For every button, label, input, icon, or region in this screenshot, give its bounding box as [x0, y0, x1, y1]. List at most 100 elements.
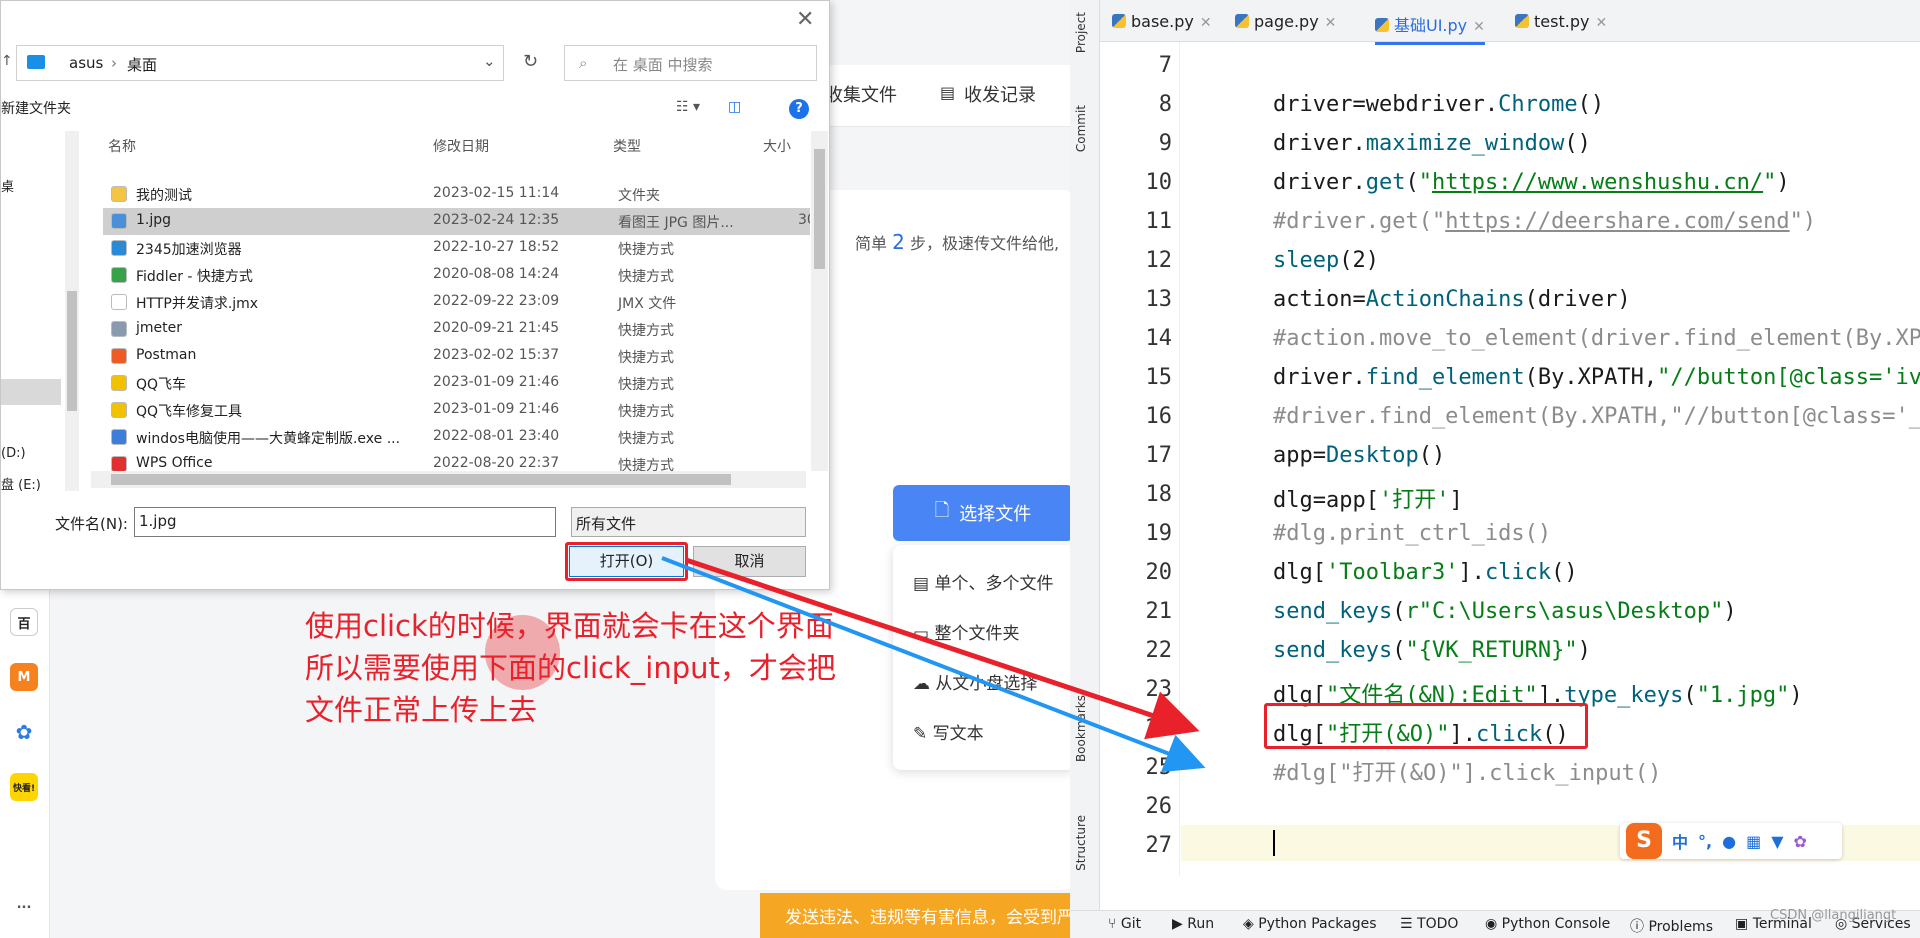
new-folder-button[interactable]: 新建文件夹	[1, 98, 71, 118]
structure-tab[interactable]: Structure	[1074, 815, 1088, 871]
choose-file-button[interactable]: 🗋 选择文件	[893, 485, 1073, 541]
menu-item-folder[interactable]: ▭ 整个文件夹	[913, 619, 1019, 644]
keyboard-icon[interactable]: ▦	[1746, 832, 1761, 851]
address-bar[interactable]: asus › 桌面 ⌄	[16, 45, 504, 81]
menu-item-folder-label: 整个文件夹	[934, 624, 1020, 644]
file-row[interactable]: Postman 2023-02-02 15:37 快捷方式	[103, 343, 810, 370]
file-row[interactable]: QQ飞车修复工具 2023-01-09 21:46 快捷方式	[103, 397, 810, 424]
horizontal-scrollbar[interactable]	[91, 471, 806, 488]
search-icon: ⌕	[579, 54, 588, 72]
nav-item-drive-e[interactable]: 盘 (E:)	[1, 474, 41, 493]
column-name[interactable]: 名称	[108, 136, 136, 156]
column-size[interactable]: 大小	[763, 136, 791, 156]
project-tab[interactable]: Project	[1074, 12, 1088, 53]
skin-icon[interactable]: ▼	[1771, 832, 1783, 851]
filetype-select[interactable]: 所有文件	[571, 507, 806, 537]
cloud-app-icon[interactable]: ✿	[10, 718, 38, 746]
microphone-icon[interactable]: ●	[1722, 832, 1736, 851]
file-list-scrollbar[interactable]	[811, 131, 828, 471]
tab-page[interactable]: page.py ✕	[1235, 12, 1336, 31]
close-tab-icon[interactable]: ✕	[1325, 15, 1337, 31]
tab-basic-ui[interactable]: 基础UI.py ✕	[1375, 12, 1485, 45]
view-options[interactable]: ☷ ▾ ◫	[676, 99, 741, 115]
file-row[interactable]: windos电脑使用——大黄蜂定制版.exe ... 2022-08-01 23:…	[103, 424, 810, 451]
file-row[interactable]: QQ飞车 2023-01-09 21:46 快捷方式	[103, 370, 810, 397]
run-tool[interactable]: ▶ Run	[1172, 916, 1214, 932]
python-file-icon	[1515, 14, 1529, 28]
problems-label: Problems	[1648, 919, 1713, 935]
browser-icon	[111, 240, 127, 256]
line-number: 22	[1145, 638, 1173, 663]
file-row[interactable]: WPS Office 2022-08-20 22:37 快捷方式	[103, 451, 810, 471]
code-editor[interactable]: driver=webdriver.Chrome() driver.maximiz…	[1181, 42, 1920, 876]
python-packages-tool[interactable]: ◈ Python Packages	[1243, 916, 1377, 932]
cancel-button[interactable]: 取消	[693, 546, 806, 577]
file-row[interactable]: 我的测试 2023-02-15 11:14 文件夹	[103, 181, 810, 208]
file-row[interactable]: jmeter 2020-09-21 21:45 快捷方式	[103, 316, 810, 343]
nav-item-selected[interactable]	[1, 379, 61, 405]
file-row[interactable]: 2345加速浏览器 2022-10-27 18:52 快捷方式	[103, 235, 810, 262]
up-arrow-icon[interactable]: ↑	[1, 53, 13, 69]
tab-test-label: test.py	[1534, 12, 1590, 31]
breadcrumb-desktop[interactable]: 桌面	[127, 54, 157, 75]
line-number: 12	[1145, 248, 1173, 273]
file-size: 30	[798, 212, 810, 228]
code-line-8: driver=webdriver.Chrome()	[1273, 92, 1605, 117]
ime-chinese-mode[interactable]: 中	[1672, 829, 1688, 853]
todo-tool[interactable]: ☰ TODO	[1400, 916, 1458, 932]
file-row[interactable]: Fiddler - 快捷方式 2020-08-08 14:24 快捷方式	[103, 262, 810, 289]
line-number: 24	[1145, 716, 1173, 741]
nav-send-records[interactable]: ▤ 收发记录	[940, 81, 1036, 107]
breadcrumb-user[interactable]: asus	[69, 54, 103, 72]
menu-item-cloud[interactable]: ☁ 从文小盘选择	[913, 669, 1037, 694]
filename-label: 文件名(N):	[55, 515, 128, 533]
steps-suffix: 步，极速传文件给他,	[909, 234, 1060, 253]
ime-punctuation[interactable]: °,	[1698, 832, 1712, 851]
file-icon	[111, 294, 127, 310]
menu-item-files[interactable]: ▤ 单个、多个文件	[913, 569, 1053, 594]
sogou-logo-icon[interactable]: S	[1626, 823, 1662, 859]
search-input[interactable]: ⌕ 在 桌面 中搜索	[564, 45, 817, 81]
more-icon[interactable]: ...	[10, 890, 38, 918]
file-name: HTTP并发请求.jmx	[136, 296, 259, 312]
menu-item-text[interactable]: ✎ 写文本	[913, 719, 984, 744]
tab-test[interactable]: test.py ✕	[1515, 12, 1607, 31]
file-name: QQ飞车	[136, 377, 187, 393]
preview-pane-icon[interactable]: ◫	[728, 99, 741, 115]
code-line-25: #dlg["打开(&O)"].click_input()	[1273, 761, 1662, 786]
filename-input[interactable]: 1.jpg	[134, 507, 556, 537]
close-tab-icon[interactable]: ✕	[1595, 15, 1607, 31]
file-date: 2022-10-27 18:52	[433, 239, 560, 255]
menu-item-text-label: 写文本	[932, 724, 984, 744]
nav-scrollbar[interactable]	[65, 131, 79, 491]
nav-item-desktop[interactable]: 桌	[1, 176, 14, 195]
help-icon[interactable]: ?	[789, 99, 809, 119]
image-icon	[111, 213, 127, 229]
close-tab-icon[interactable]: ✕	[1473, 19, 1485, 35]
problems-tool[interactable]: ⓘ Problems	[1630, 916, 1713, 936]
close-tab-icon[interactable]: ✕	[1200, 15, 1212, 31]
file-date: 2023-02-15 11:14	[433, 185, 560, 201]
column-type[interactable]: 类型	[613, 136, 641, 156]
refresh-icon[interactable]: ↻	[523, 51, 538, 72]
column-date[interactable]: 修改日期	[433, 136, 489, 156]
commit-tab[interactable]: Commit	[1074, 105, 1088, 152]
toolbox-icon[interactable]: ✿	[1794, 832, 1807, 851]
close-icon[interactable]: ✕	[796, 7, 814, 32]
code-line-13: action=ActionChains(driver)	[1273, 287, 1631, 312]
file-row[interactable]: HTTP并发请求.jmx 2022-09-22 23:09 JMX 文件	[103, 289, 810, 316]
ide-window: Project Commit Bookmarks Structure base.…	[1070, 0, 1920, 938]
line-number: 17	[1145, 443, 1173, 468]
tab-base[interactable]: base.py ✕	[1112, 12, 1212, 31]
nav-item-drive-d[interactable]: (D:)	[1, 446, 26, 461]
code-line-14: #action.move_to_element(driver.find_elem…	[1273, 326, 1920, 351]
kuaikan-icon[interactable]: 快看!	[10, 773, 38, 801]
media-icon[interactable]: M	[10, 663, 38, 691]
python-console-tool[interactable]: ◉ Python Console	[1485, 916, 1610, 932]
git-tool[interactable]: ⑂ Git	[1108, 916, 1141, 932]
baidu-icon[interactable]: 百	[10, 608, 38, 636]
bookmarks-tab[interactable]: Bookmarks	[1074, 695, 1088, 762]
chevron-down-icon[interactable]: ⌄	[483, 52, 496, 70]
file-row[interactable]: 1.jpg 2023-02-24 12:35 看图王 JPG 图片... 30	[103, 208, 810, 235]
nav-collect-files[interactable]: 收集文件	[825, 81, 897, 107]
